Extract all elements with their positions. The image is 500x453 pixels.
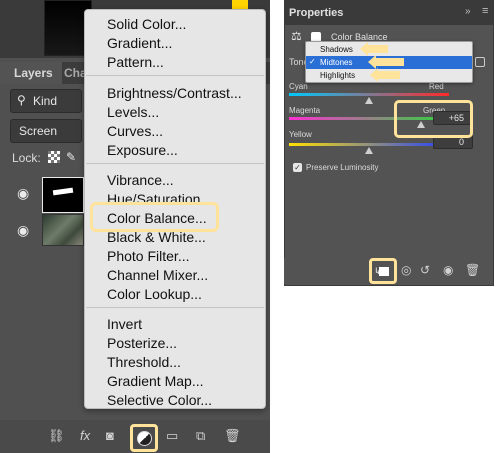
tab-layers[interactable]: Layers xyxy=(0,62,62,84)
tone-option-label: Shadows xyxy=(320,45,353,54)
highlight-arrow xyxy=(360,42,388,56)
blend-mode-dropdown[interactable]: Screen xyxy=(10,119,82,143)
menu-separator xyxy=(86,75,264,76)
eye-icon[interactable]: ◉ xyxy=(17,185,29,202)
menu-item-exposure[interactable]: Exposure... xyxy=(107,142,178,158)
visibility-eye-icon[interactable]: ◉ xyxy=(443,263,453,277)
chevron-down-icon[interactable] xyxy=(475,57,485,67)
menu-item-curves[interactable]: Curves... xyxy=(107,123,163,139)
slider-knob[interactable] xyxy=(365,147,373,154)
check-icon: ✓ xyxy=(309,57,316,66)
slider-knob[interactable] xyxy=(365,97,373,104)
menu-item-levels[interactable]: Levels... xyxy=(107,104,159,120)
tone-dropdown[interactable]: Shadows ✓ Midtones Highlights xyxy=(305,41,473,83)
green-value-highlight xyxy=(394,100,473,138)
clip-to-layer-icon xyxy=(379,267,389,276)
lock-options: ✎ xyxy=(48,150,78,166)
reset-icon[interactable]: ↺ xyxy=(420,263,430,277)
menu-item-brightness-contrast[interactable]: Brightness/Contrast... xyxy=(107,85,242,101)
menu-item-vibrance[interactable]: Vibrance... xyxy=(107,172,174,188)
layer-thumbnail xyxy=(42,177,84,213)
adjustment-layer-icon xyxy=(137,431,152,446)
slider-label-yellow: Yellow xyxy=(289,130,312,139)
eye-icon[interactable]: ◉ xyxy=(17,222,29,239)
color-balance-highlight xyxy=(90,202,219,232)
adjustment-layer-button[interactable] xyxy=(130,424,158,452)
collapse-icon[interactable]: » xyxy=(465,6,471,17)
lock-label: Lock: xyxy=(12,151,41,165)
lock-pixels-icon[interactable]: ✎ xyxy=(66,150,76,164)
trash-icon[interactable]: 🗑 xyxy=(465,263,480,277)
menu-item-gradient[interactable]: Gradient... xyxy=(107,35,172,51)
menu-item-photo-filter[interactable]: Photo Filter... xyxy=(107,248,189,264)
properties-header: Properties » ≡ xyxy=(285,1,493,25)
menu-item-threshold[interactable]: Threshold... xyxy=(107,354,181,370)
preserve-luminosity-checkbox[interactable]: ✓ xyxy=(293,163,302,172)
highlight-arrow xyxy=(368,55,404,69)
new-layer-icon[interactable]: ⧉ xyxy=(196,428,205,444)
tone-option-shadows[interactable]: Shadows xyxy=(306,43,472,56)
slider-label-red: Red xyxy=(429,82,444,91)
menu-item-channel-mixer[interactable]: Channel Mixer... xyxy=(107,267,208,283)
folder-icon[interactable]: ▭ xyxy=(166,428,178,444)
menu-item-gradient-map[interactable]: Gradient Map... xyxy=(107,373,204,389)
panel-menu-icon[interactable]: ≡ xyxy=(482,5,488,17)
mask-icon[interactable]: ◙ xyxy=(106,428,114,443)
menu-item-posterize[interactable]: Posterize... xyxy=(107,335,177,351)
preserve-luminosity-label: Preserve Luminosity xyxy=(306,163,379,172)
tone-option-label: Highlights xyxy=(320,71,356,80)
menu-item-solid-color[interactable]: Solid Color... xyxy=(107,16,186,32)
layer-thumbnail xyxy=(42,214,84,246)
tone-option-label: Midtones xyxy=(320,58,353,67)
menu-item-invert[interactable]: Invert xyxy=(107,316,142,332)
cyan-red-slider[interactable] xyxy=(289,93,449,96)
slider-label-magenta: Magenta xyxy=(289,106,321,115)
menu-item-selective-color[interactable]: Selective Color... xyxy=(107,392,212,408)
yellow-blue-slider[interactable] xyxy=(289,143,449,146)
lock-transparency-icon[interactable] xyxy=(48,151,60,163)
menu-separator xyxy=(86,307,264,308)
kind-filter-label: Kind xyxy=(33,94,58,108)
slider-label-cyan: Cyan xyxy=(289,82,308,91)
balance-icon: ⚖ xyxy=(291,29,302,43)
fx-icon[interactable]: fx xyxy=(80,428,90,443)
highlight-arrow xyxy=(370,68,400,82)
menu-separator xyxy=(86,163,264,164)
clip-to-layer-button[interactable]: ↳ xyxy=(369,258,397,284)
kind-filter-dropdown[interactable]: ⚲ Kind xyxy=(10,89,82,113)
properties-title: Properties xyxy=(289,7,344,19)
blend-mode-label: Screen xyxy=(19,124,58,138)
menu-item-pattern[interactable]: Pattern... xyxy=(107,54,164,70)
menu-item-color-lookup[interactable]: Color Lookup... xyxy=(107,286,202,302)
view-previous-icon[interactable]: ◎ xyxy=(401,263,411,277)
link-icon[interactable]: ⛓ xyxy=(48,428,65,444)
trash-icon[interactable]: 🗑 xyxy=(224,428,241,444)
search-icon: ⚲ xyxy=(17,93,26,107)
